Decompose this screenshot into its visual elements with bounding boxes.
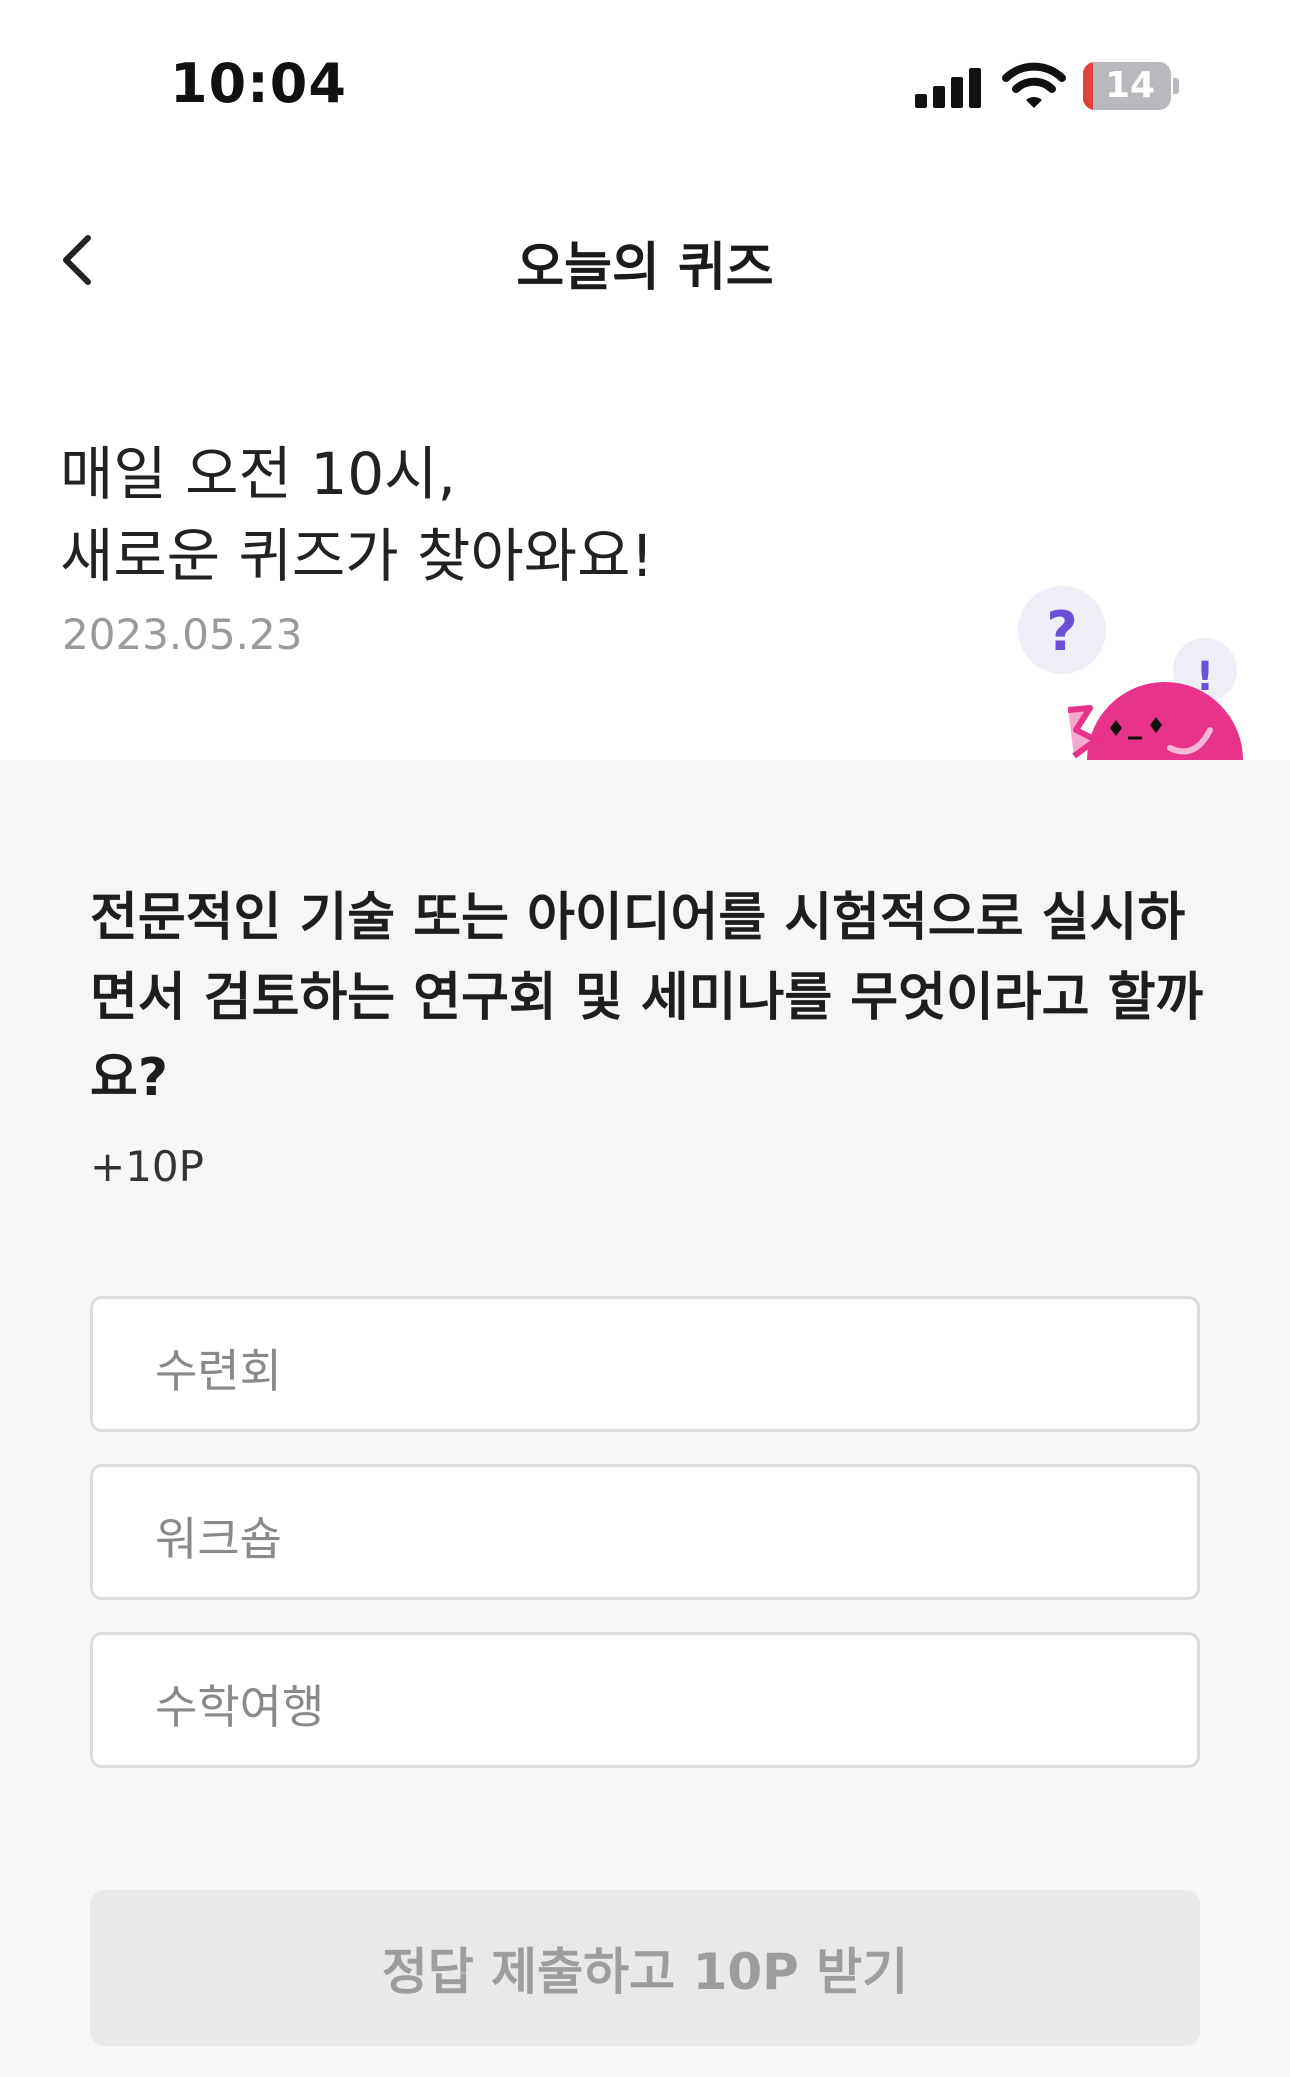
answer-option-label: 워크숍 bbox=[155, 1512, 282, 1566]
signal-icon bbox=[915, 66, 983, 108]
answer-option[interactable]: 수학여행 bbox=[90, 1632, 1200, 1768]
status-bar: 10:04 14 bbox=[0, 0, 1290, 160]
nav-bar: 오늘의 퀴즈 bbox=[0, 200, 1290, 320]
hero-headline-line1: 매일 오전 10시, bbox=[60, 440, 456, 508]
wifi-icon bbox=[1002, 62, 1066, 108]
answer-option-label: 수련회 bbox=[155, 1344, 282, 1398]
battery-icon: 14 bbox=[1083, 62, 1179, 110]
status-time: 10:04 bbox=[170, 52, 347, 115]
answer-option[interactable]: 워크숍 bbox=[90, 1464, 1200, 1600]
submit-answer-button[interactable]: 정답 제출하고 10P 받기 bbox=[90, 1890, 1200, 2046]
svg-text:?: ? bbox=[1046, 600, 1077, 663]
hero-headline-line2: 새로운 퀴즈가 찾아와요! bbox=[60, 522, 654, 590]
quiz-date: 2023.05.23 bbox=[62, 610, 303, 659]
mascot-illustration: ? ! bbox=[1018, 586, 1243, 760]
answer-option-label: 수학여행 bbox=[155, 1680, 325, 1734]
quiz-question: 전문적인 기술 또는 아이디어를 시험적으로 실시하면서 검토하는 연구회 및 … bbox=[90, 888, 1204, 1108]
battery-level: 14 bbox=[1104, 65, 1156, 106]
answer-option[interactable]: 수련회 bbox=[90, 1296, 1200, 1432]
points-reward: +10P bbox=[90, 1142, 204, 1191]
hero-section: 매일 오전 10시, 새로운 퀴즈가 찾아와요! 2023.05.23 ? ! bbox=[0, 320, 1290, 760]
quiz-screen: 10:04 14 오늘의 퀴즈 매일 오전 10시, 새로운 퀴즈가 찾아와요!… bbox=[0, 0, 1290, 2077]
page-title: 오늘의 퀴즈 bbox=[516, 238, 774, 298]
quiz-section: 전문적인 기술 또는 아이디어를 시험적으로 실시하면서 검토하는 연구회 및 … bbox=[0, 760, 1290, 2077]
